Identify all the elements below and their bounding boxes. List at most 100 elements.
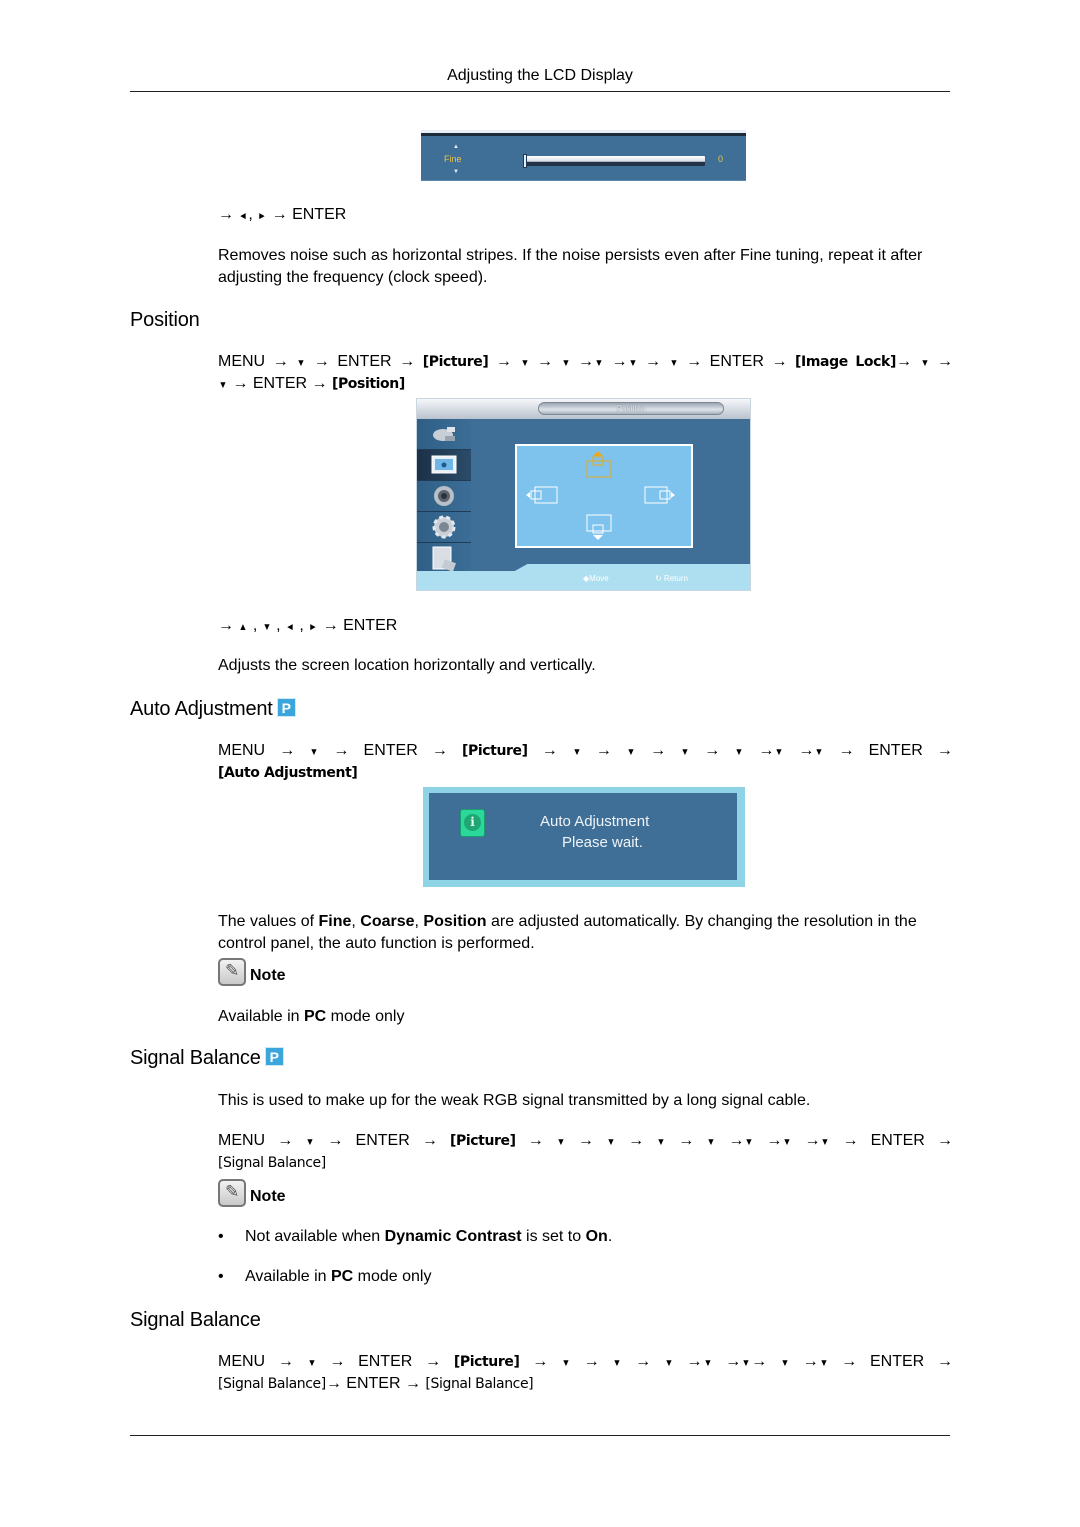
arrow-icon: →: [937, 1353, 953, 1370]
return-icon: ↻: [655, 574, 662, 583]
down-key-icon: ▼: [556, 1137, 566, 1148]
down-key-icon: ▼: [744, 1137, 754, 1148]
arrow-icon: →: [645, 353, 662, 370]
up-position-arrow-icon: [593, 451, 603, 456]
down-key-icon: ▼: [606, 1137, 616, 1148]
arrow-icon: →: [277, 1132, 294, 1149]
arrow-icon: →: [527, 1132, 544, 1149]
down-key-icon: ▼: [664, 1358, 674, 1369]
info-icon: i: [460, 809, 485, 837]
fine-value: 0: [718, 154, 724, 164]
arrow-icon: →: [802, 1353, 819, 1370]
arrow-icon: →: [536, 353, 553, 370]
up-arrow-icon: ▲: [453, 144, 459, 150]
arrow-icon: →: [704, 742, 721, 759]
fine-slider-thumb: [523, 154, 527, 168]
arrow-icon: →: [329, 1353, 346, 1370]
auto-adjustment-menu-target: [Auto Adjustment]: [218, 765, 358, 781]
arrow-icon: →: [595, 742, 612, 759]
position-arrows-diagram: [526, 451, 675, 540]
right-position-box: [644, 486, 668, 504]
arrow-icon: →: [577, 1132, 594, 1149]
sidebar-item-setup: [417, 512, 471, 543]
arrow-icon: →: [650, 742, 667, 759]
right-arrow-icon: ►: [257, 211, 267, 222]
right-position-arrow-icon: [671, 492, 675, 498]
osd-bottom-bar: ◆Move ↻ Return: [417, 564, 750, 590]
down-key-icon: ▼: [820, 1137, 830, 1148]
auto-adjustment-note: Note: [218, 958, 286, 986]
note-icon: [218, 1179, 246, 1207]
arrow-icon: →: [578, 353, 595, 370]
arrow-icon: →: [678, 1132, 695, 1149]
arrow-icon: →: [937, 353, 954, 370]
down-key-icon: ▼: [572, 747, 582, 758]
gear-icon: [432, 515, 456, 539]
arrow-icon: →: [766, 1132, 783, 1149]
auto-adjustment-description: The values of Fine, Coarse, Position are…: [218, 913, 917, 952]
osd-title: Position: [538, 402, 724, 415]
signal-balance-bullet: • Not available when Dynamic Contrast is …: [218, 1228, 613, 1245]
arrow-icon: →: [541, 742, 558, 759]
down-key-icon: ▼: [814, 747, 824, 758]
move-hint: ◆Move: [583, 574, 609, 583]
down-key-icon: ▼: [782, 1137, 792, 1148]
arrow-icon: →: [425, 1353, 442, 1370]
signal-balance-sub-menu-target: [Signal Balance]→ ENTER → [Signal Balanc…: [218, 1375, 534, 1392]
arrow-icon: →: [311, 375, 328, 392]
down-position-box: [586, 514, 612, 532]
arrow-icon: →: [279, 742, 296, 759]
page-header-title: Adjusting the LCD Display: [447, 67, 633, 84]
arrow-icon: →: [232, 375, 249, 392]
auto-adjustment-menu-path: MENU → ▼ → ENTER → [Picture] → ▼ → ▼ → ▼…: [218, 740, 953, 764]
down-key-icon: ▼: [218, 380, 228, 391]
fine-nav-keys: → ◄, ► → ENTER: [218, 204, 953, 228]
arrow-icon: →: [798, 742, 815, 759]
arrow-icon: →: [313, 353, 330, 370]
arrow-icon: →: [838, 742, 855, 759]
fine-description: Removes noise such as horizontal stripes…: [218, 247, 923, 286]
down-key-icon: ▼: [628, 358, 637, 369]
pc-mode-badge-icon: P: [264, 1047, 284, 1066]
down-arrow-icon: ▼: [453, 169, 459, 175]
arrow-icon: →: [936, 742, 953, 759]
right-arrow-icon: ►: [308, 622, 318, 633]
down-position-arrow-icon: [593, 535, 603, 540]
arrow-icon: →: [771, 353, 788, 370]
osd-titlebar: Position: [417, 399, 750, 419]
sidebar-item-multi-control: [417, 543, 471, 574]
arrow-icon: →: [758, 742, 775, 759]
arrow-icon: →: [404, 1375, 421, 1392]
arrow-icon: →: [532, 1353, 549, 1370]
down-arrow-icon: ▼: [262, 622, 272, 633]
position-nav-keys: → ▲ , ▼ , ◄ , ► → ENTER: [218, 615, 953, 639]
down-key-icon: ▼: [774, 747, 784, 758]
arrow-icon: →: [421, 1132, 438, 1149]
auto-adjustment-heading: Auto Adjustment P: [130, 698, 296, 721]
input-icon: [433, 427, 455, 441]
osd-sidebar: [417, 419, 471, 579]
down-key-icon: ▼: [706, 1137, 716, 1148]
arrow-icon: →: [325, 1375, 342, 1392]
down-key-icon: ▼: [626, 747, 636, 758]
down-key-icon: ▼: [307, 1358, 317, 1369]
arrow-icon: →: [277, 1353, 294, 1370]
signal-balance-bullet: • Available in PC mode only: [218, 1268, 432, 1285]
arrow-icon: →: [842, 1132, 859, 1149]
sidebar-item-sound: [417, 481, 471, 512]
arrow-icon: →: [431, 742, 448, 759]
down-key-icon: ▼: [305, 1137, 315, 1148]
arrow-icon: →: [583, 1353, 600, 1370]
down-key-icon: ▼: [819, 1358, 828, 1369]
sidebar-item-input: [417, 419, 471, 450]
down-key-icon: ▼: [612, 1358, 622, 1369]
arrow-icon: →: [272, 353, 289, 370]
down-key-icon: ▼: [703, 1358, 712, 1369]
arrow-icon: →: [635, 1353, 652, 1370]
position-menu-path-line1: MENU → ▼ → ENTER → [Picture] → ▼ → ▼ →▼ …: [218, 351, 953, 375]
arrow-icon: →: [804, 1132, 821, 1149]
fine-slider-track: [525, 156, 705, 166]
osd-message-wait: Please wait.: [562, 834, 643, 851]
signal-balance-description: This is used to make up for the weak RGB…: [218, 1092, 811, 1109]
down-key-icon: ▼: [741, 1358, 751, 1369]
